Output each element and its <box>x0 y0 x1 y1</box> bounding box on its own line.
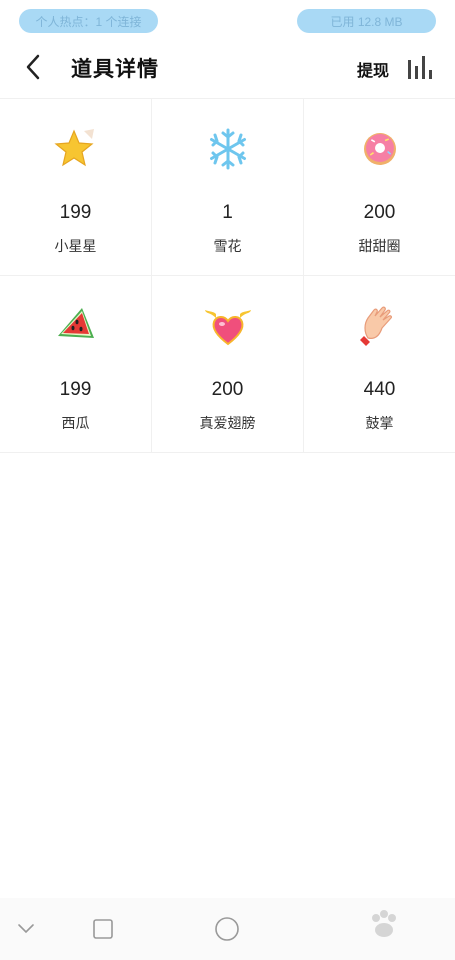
nav-back-button[interactable] <box>11 914 41 944</box>
item-name: 小星星 <box>54 238 97 254</box>
item-count: 200 <box>211 379 244 400</box>
withdraw-button[interactable]: 提现 <box>357 57 389 81</box>
item-grid: 199 小星星 1 雪花 200 甜甜圈 199 西瓜 200 真爱翅膀 440… <box>0 98 455 453</box>
item-count: 1 <box>222 202 233 223</box>
statistics-button[interactable] <box>404 52 436 82</box>
nav-recent-apps-button[interactable] <box>88 914 118 944</box>
winged-heart-icon <box>204 310 251 346</box>
system-navigation-bar <box>0 898 455 960</box>
watermark-logo <box>372 910 396 937</box>
item-name: 真爱翅膀 <box>199 415 256 431</box>
item-card-snowflake[interactable]: 1 雪花 <box>152 99 304 275</box>
snowflake-icon <box>209 128 246 170</box>
item-name: 西瓜 <box>61 415 90 431</box>
chevron-left-icon <box>26 54 40 80</box>
star-icon <box>53 129 94 167</box>
item-count: 199 <box>59 379 92 400</box>
item-count: 440 <box>363 379 396 400</box>
item-card-winged-heart[interactable]: 200 真爱翅膀 <box>152 276 304 452</box>
data-usage-pill: 已用 12.8 MB <box>297 9 436 33</box>
back-chevron-icon <box>18 924 34 934</box>
item-count: 199 <box>59 202 92 223</box>
hotspot-status-pill: 个人热点：1 个连接 <box>19 9 158 33</box>
clapping-hands-icon <box>359 306 392 346</box>
recent-apps-square-icon <box>93 919 113 939</box>
item-card-star[interactable]: 199 小星星 <box>0 99 152 275</box>
nav-home-button[interactable] <box>212 914 242 944</box>
home-circle-icon <box>215 917 239 941</box>
status-bar: 个人热点：1 个连接 已用 12.8 MB <box>0 0 455 42</box>
item-name: 鼓掌 <box>365 415 394 431</box>
item-grid-row: 199 西瓜 200 真爱翅膀 440 鼓掌 <box>0 276 455 453</box>
bar-chart-icon <box>408 56 432 79</box>
item-card-watermelon[interactable]: 199 西瓜 <box>0 276 152 452</box>
back-button[interactable] <box>16 50 50 84</box>
item-name: 雪花 <box>213 238 242 254</box>
donut-icon <box>363 133 396 165</box>
item-name: 甜甜圈 <box>358 238 401 254</box>
watermelon-icon <box>57 308 94 338</box>
item-count: 200 <box>363 202 396 223</box>
header: 道具详情 提现 <box>0 42 455 94</box>
page-title: 道具详情 <box>71 58 159 81</box>
item-card-donut[interactable]: 200 甜甜圈 <box>304 99 455 275</box>
item-grid-row: 199 小星星 1 雪花 200 甜甜圈 <box>0 98 455 276</box>
item-card-clapping[interactable]: 440 鼓掌 <box>304 276 455 452</box>
